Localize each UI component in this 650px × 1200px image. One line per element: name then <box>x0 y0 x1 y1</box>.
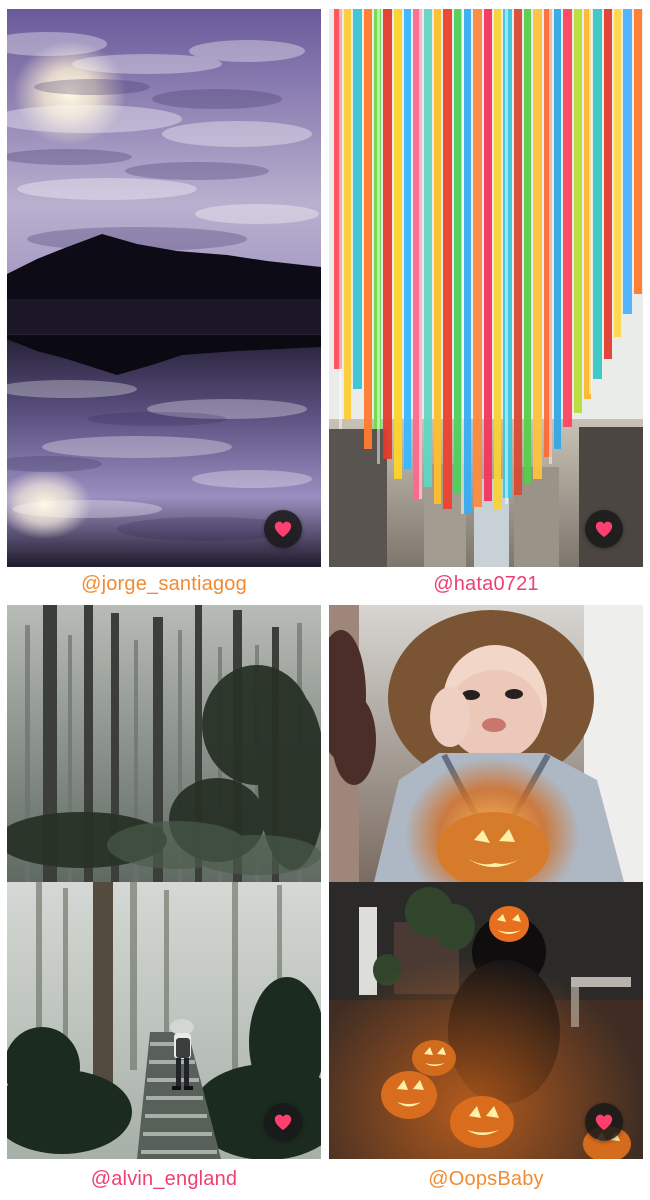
like-button[interactable] <box>585 510 623 548</box>
ribbon-installation-image <box>329 9 643 567</box>
photo-cloudy-lake[interactable] <box>7 9 321 567</box>
heart-icon <box>274 1114 292 1131</box>
photo-card-hata0721: @hata0721 <box>329 9 643 601</box>
heart-icon <box>595 521 613 538</box>
like-button[interactable] <box>585 1103 623 1141</box>
photo-girl-with-pumpkin[interactable] <box>329 605 643 882</box>
girl-with-pumpkin-image <box>329 605 643 882</box>
username-caption[interactable]: @OopsBaby <box>329 1167 643 1191</box>
photo-card-jorge-santiagog: @jorge_santiagog <box>7 9 321 601</box>
photo-grid: @jorge_santiagog @hata0721 @alvin_englan… <box>0 0 650 1200</box>
photo-ribbon-installation[interactable] <box>329 9 643 567</box>
photo-misty-forest[interactable] <box>7 605 321 882</box>
username-caption[interactable]: @alvin_england <box>7 1167 321 1191</box>
misty-forest-image <box>7 605 321 882</box>
cloudy-lake-image <box>7 9 321 567</box>
username-caption[interactable]: @jorge_santiagog <box>7 572 321 596</box>
photo-card-alvin-england: @alvin_england <box>7 605 321 1195</box>
like-button[interactable] <box>264 510 302 548</box>
like-button[interactable] <box>264 1103 302 1141</box>
username-caption[interactable]: @hata0721 <box>329 572 643 596</box>
photo-card-oopsbaby: @OopsBaby <box>329 605 643 1195</box>
heart-icon <box>274 521 292 538</box>
heart-icon <box>595 1114 613 1131</box>
